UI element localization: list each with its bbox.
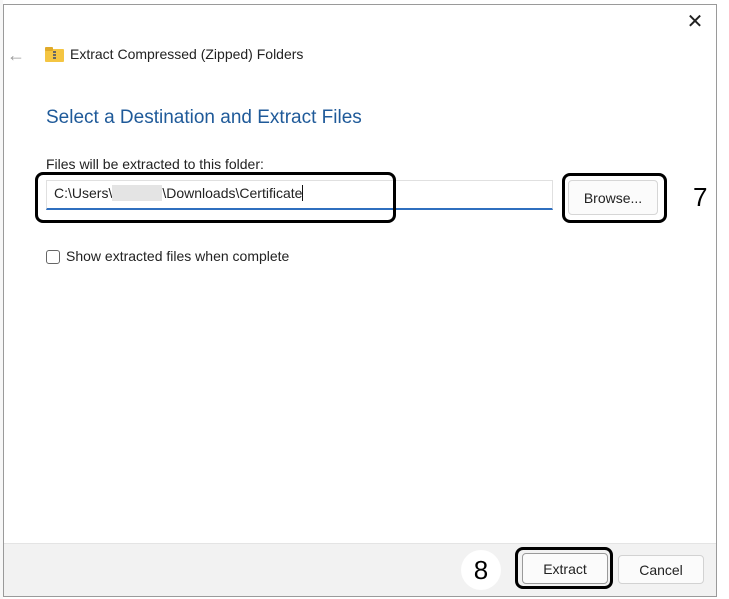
redacted-username	[112, 185, 163, 201]
path-suffix: \Downloads\Certificate	[162, 185, 303, 201]
zip-folder-icon	[45, 47, 64, 62]
browse-button[interactable]: Browse...	[568, 180, 658, 215]
dialog-heading: Select a Destination and Extract Files	[46, 107, 362, 128]
show-files-checkbox-row[interactable]: Show extracted files when complete	[46, 248, 289, 264]
text-caret	[302, 185, 304, 201]
back-arrow-icon[interactable]: ←	[7, 44, 29, 66]
dialog-footer	[4, 543, 716, 596]
cancel-button[interactable]: Cancel	[618, 555, 704, 584]
destination-path-input[interactable]: C:\Users\ \Downloads\Certificate	[46, 180, 553, 210]
close-icon[interactable]: ✕	[684, 11, 706, 33]
show-files-label: Show extracted files when complete	[66, 248, 290, 264]
extract-dialog: ✕	[3, 4, 717, 597]
extract-button[interactable]: Extract	[522, 553, 608, 584]
destination-label: Files will be extracted to this folder:	[46, 156, 264, 172]
show-files-checkbox[interactable]	[46, 250, 60, 264]
path-prefix: C:\Users\	[54, 185, 113, 201]
step-number-8: 8	[461, 550, 501, 590]
window-title: Extract Compressed (Zipped) Folders	[70, 46, 304, 62]
step-number-7: 7	[693, 182, 708, 212]
